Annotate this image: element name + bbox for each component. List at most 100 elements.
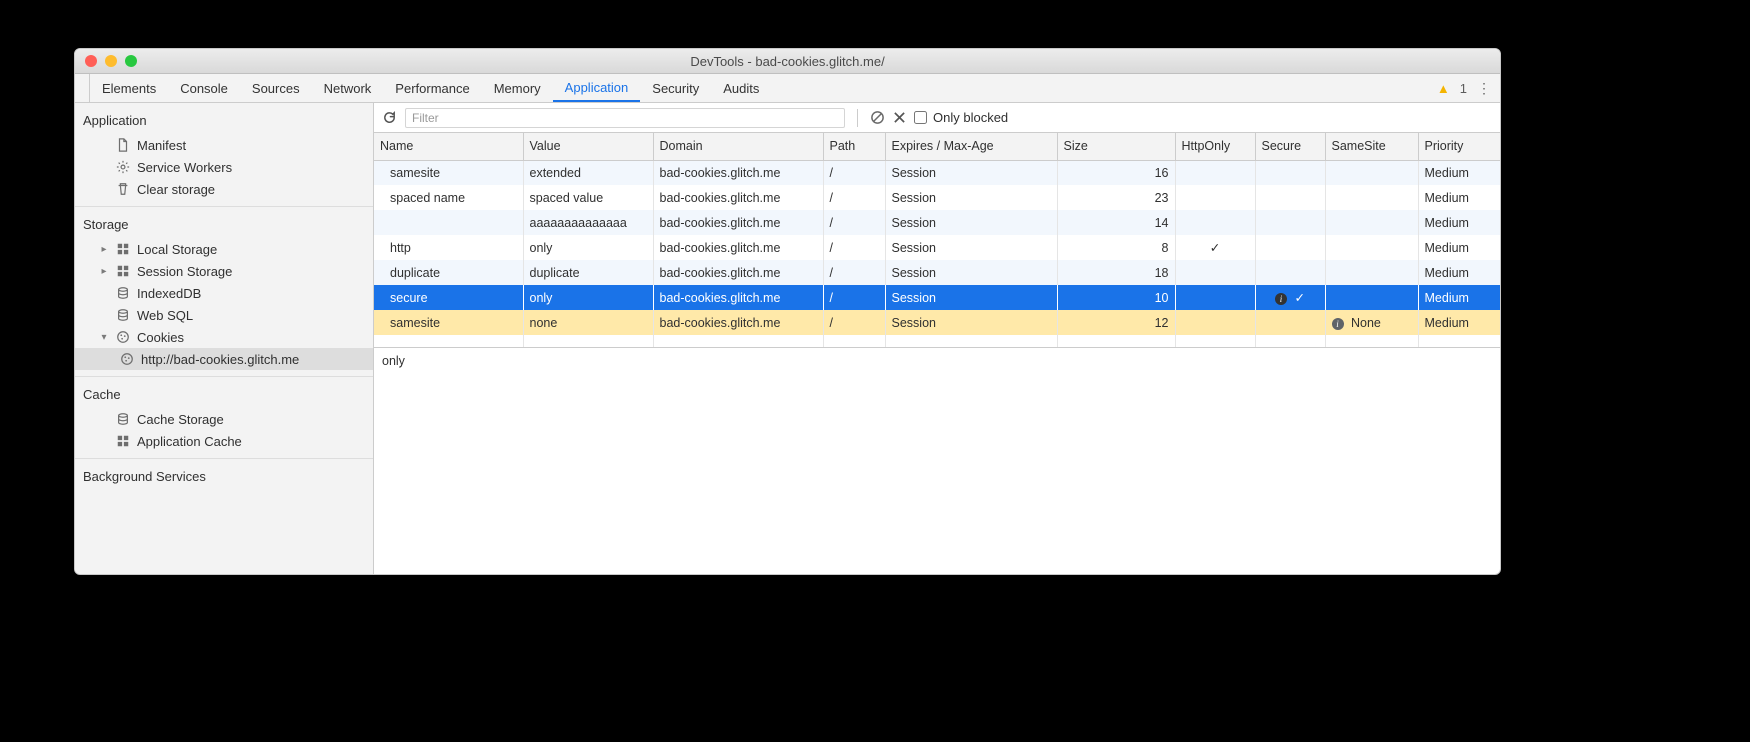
devtools-window: DevTools - bad-cookies.glitch.me/ Elemen… [74, 48, 1501, 575]
db-icon [115, 411, 131, 427]
table-row[interactable]: httponlybad-cookies.glitch.me/Session8✓M… [374, 235, 1500, 260]
sidebar-item-label: Clear storage [137, 182, 215, 197]
table-cell [374, 210, 523, 235]
sidebar-item[interactable]: Clear storage [75, 178, 373, 200]
column-header[interactable]: Priority [1418, 133, 1500, 160]
table-cell [1175, 285, 1255, 310]
tab-network[interactable]: Network [312, 74, 384, 102]
table-cell [1175, 160, 1255, 185]
column-header[interactable]: Secure [1255, 133, 1325, 160]
tab-audits[interactable]: Audits [711, 74, 771, 102]
column-header[interactable]: Size [1057, 133, 1175, 160]
table-cell [1255, 210, 1325, 235]
main-panel: Only blocked NameValueDomainPathExpires … [374, 103, 1500, 574]
sidebar-item[interactable]: http://bad-cookies.glitch.me [75, 348, 373, 370]
table-row[interactable]: aaaaaaaaaaaaaabad-cookies.glitch.me/Sess… [374, 210, 1500, 235]
tab-application[interactable]: Application [553, 74, 641, 102]
table-cell: Session [885, 285, 1057, 310]
table-cell: Medium [1418, 260, 1500, 285]
table-row[interactable]: samesiteextendedbad-cookies.glitch.me/Se… [374, 160, 1500, 185]
sidebar-item[interactable]: ▸Local Storage [75, 238, 373, 260]
sidebar-item[interactable]: Manifest [75, 134, 373, 156]
table-cell: extended [523, 160, 653, 185]
table-cell [1255, 185, 1325, 210]
column-header[interactable]: HttpOnly [1175, 133, 1255, 160]
grid-icon [115, 263, 131, 279]
tree-toggle-icon[interactable]: ▸ [99, 244, 109, 255]
tab-memory[interactable]: Memory [482, 74, 553, 102]
table-cell [1325, 185, 1418, 210]
table-cell [1325, 235, 1418, 260]
table-cell: / [823, 210, 885, 235]
column-header[interactable]: Value [523, 133, 653, 160]
table-cell: Medium [1418, 235, 1500, 260]
window-title: DevTools - bad-cookies.glitch.me/ [690, 54, 884, 69]
filter-input[interactable] [405, 108, 845, 128]
cookie-detail-pane: only [374, 348, 1500, 574]
table-cell: Medium [1418, 160, 1500, 185]
sidebar-item[interactable]: IndexedDB [75, 282, 373, 304]
maximize-window-button[interactable] [125, 55, 137, 67]
tab-security[interactable]: Security [640, 74, 711, 102]
table-cell: Medium [1418, 210, 1500, 235]
sidebar-item-label: Cache Storage [137, 412, 224, 427]
refresh-icon[interactable] [382, 110, 397, 125]
sidebar-item-label: Web SQL [137, 308, 193, 323]
sidebar-header: Cache [75, 383, 373, 408]
table-cell: Session [885, 185, 1057, 210]
table-row[interactable]: secureonlybad-cookies.glitch.me/Session1… [374, 285, 1500, 310]
sidebar-item-label: Service Workers [137, 160, 232, 175]
sidebar-item[interactable]: Cache Storage [75, 408, 373, 430]
sidebar-header: Storage [75, 213, 373, 238]
table-cell: / [823, 235, 885, 260]
sidebar-header: Application [75, 109, 373, 134]
table-row[interactable]: samesitenonebad-cookies.glitch.me/Sessio… [374, 310, 1500, 335]
db-icon [115, 307, 131, 323]
only-blocked-checkbox[interactable]: Only blocked [914, 110, 1008, 125]
sidebar-item-label: http://bad-cookies.glitch.me [141, 352, 299, 367]
table-cell: Session [885, 160, 1057, 185]
table-cell: 8 [1057, 235, 1175, 260]
table-cell: 18 [1057, 260, 1175, 285]
table-row[interactable]: spaced namespaced valuebad-cookies.glitc… [374, 185, 1500, 210]
table-cell: 10 [1057, 285, 1175, 310]
table-cell: only [523, 235, 653, 260]
sidebar-item[interactable]: Web SQL [75, 304, 373, 326]
tab-console[interactable]: Console [168, 74, 240, 102]
warning-icon[interactable]: ▲ [1437, 81, 1450, 96]
table-cell: i None [1325, 310, 1418, 335]
table-row[interactable]: duplicateduplicatebad-cookies.glitch.me/… [374, 260, 1500, 285]
table-cell [1255, 160, 1325, 185]
close-window-button[interactable] [85, 55, 97, 67]
minimize-window-button[interactable] [105, 55, 117, 67]
kebab-menu-icon[interactable]: ⋮ [1477, 80, 1492, 97]
tab-performance[interactable]: Performance [383, 74, 481, 102]
column-header[interactable]: Domain [653, 133, 823, 160]
table-cell: 12 [1057, 310, 1175, 335]
tab-sources[interactable]: Sources [240, 74, 312, 102]
file-icon [115, 137, 131, 153]
table-cell [1325, 210, 1418, 235]
tree-toggle-icon[interactable]: ▾ [99, 332, 109, 343]
column-header[interactable]: Name [374, 133, 523, 160]
devtools-tabs: ElementsConsoleSourcesNetworkPerformance… [75, 74, 1500, 103]
db-icon [115, 285, 131, 301]
tab-elements[interactable]: Elements [90, 74, 168, 102]
sidebar-item[interactable]: Service Workers [75, 156, 373, 178]
table-cell [1255, 310, 1325, 335]
table-cell [1175, 310, 1255, 335]
inspect-tools [75, 74, 90, 102]
column-header[interactable]: Path [823, 133, 885, 160]
table-cell: aaaaaaaaaaaaaa [523, 210, 653, 235]
sidebar-item[interactable]: Application Cache [75, 430, 373, 452]
clear-all-icon[interactable] [870, 110, 885, 125]
column-header[interactable]: Expires / Max-Age [885, 133, 1057, 160]
table-cell [1325, 285, 1418, 310]
column-header[interactable]: SameSite [1325, 133, 1418, 160]
sidebar-item[interactable]: ▾Cookies [75, 326, 373, 348]
sidebar-item[interactable]: ▸Session Storage [75, 260, 373, 282]
delete-selected-icon[interactable] [893, 111, 906, 124]
tree-toggle-icon[interactable]: ▸ [99, 266, 109, 277]
warning-count[interactable]: 1 [1460, 81, 1467, 96]
toolbar-divider [857, 109, 858, 127]
